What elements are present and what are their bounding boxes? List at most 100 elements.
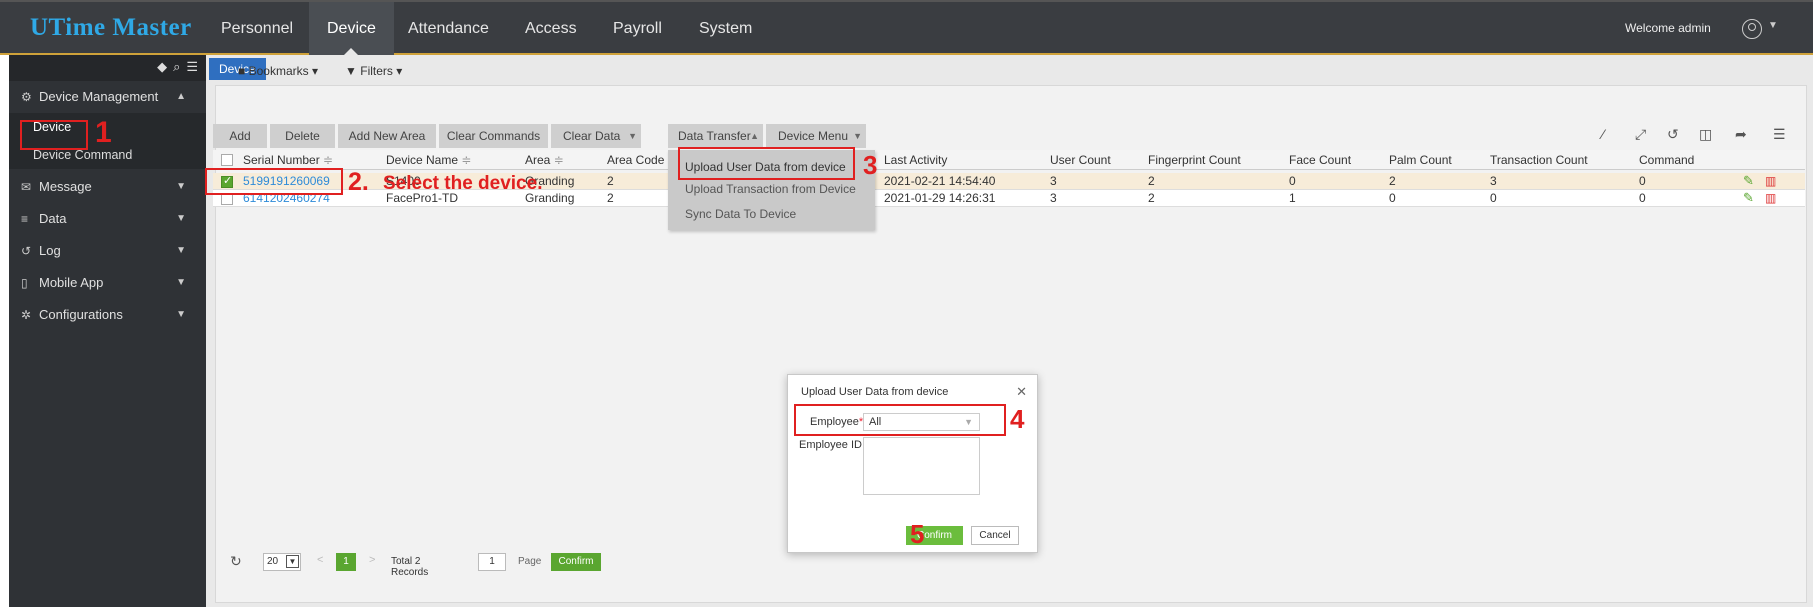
col-transaction-count[interactable]: Transaction Count [1490,153,1588,167]
delete-button[interactable]: Delete [270,124,335,148]
trash-icon[interactable]: ▥ [1765,174,1776,188]
col-user-count[interactable]: User Count [1050,153,1111,167]
database-icon: ≡ [21,212,29,226]
refresh-icon[interactable]: ↺ [1667,126,1679,143]
area-code-cell: 2 [607,191,614,205]
search-icon[interactable]: ⌕ [173,59,180,74]
area-code-cell: 2 [607,174,614,188]
nav-access[interactable]: Access [507,2,595,55]
sidebar-group-label: Configurations [39,307,123,322]
add-button[interactable]: Add [213,124,267,148]
sort-icon: ≑ [553,153,564,167]
nav-personnel[interactable]: Personnel [203,2,311,55]
annotation-step4: 4 [1010,404,1025,434]
device-icon: ⚙ [21,90,32,104]
sidebar-group-label: Device Management [39,89,159,104]
total-records: Total 2 Records [391,556,429,578]
nav-system[interactable]: System [681,2,770,55]
device-menu-button[interactable]: Device Menu ▼ [766,124,866,148]
col-area[interactable]: Area ≑ [525,153,564,167]
caret-up-icon: ▲ [750,131,759,141]
menu-item-upload-transaction[interactable]: Upload Transaction from Device [685,182,856,196]
refresh-icon[interactable]: ↻ [230,553,242,570]
book-icon: ■ [238,64,246,78]
collapse-icon[interactable]: ☰ [186,59,198,74]
transaction-count-cell: 0 [1490,191,1497,205]
sidebar-group-mobile-app[interactable]: ▯ Mobile App ▼ [9,267,206,299]
col-fingerprint-count[interactable]: Fingerprint Count [1148,153,1241,167]
col-command[interactable]: Command [1639,153,1694,167]
nav-attendance[interactable]: Attendance [390,2,507,55]
message-icon: ✉ [21,180,32,194]
prev-page-icon[interactable]: < [317,554,323,566]
welcome-text: Welcome admin [1625,21,1711,35]
sidebar-group-message[interactable]: ✉ Message ▼ [9,171,206,203]
chevron-down-icon: ▼ [286,555,299,568]
page-size-select[interactable]: 20 ▼ [263,553,301,571]
caret-down-icon: ▼ [628,131,637,141]
menu-item-sync-data[interactable]: Sync Data To Device [685,207,796,221]
command-cell: 0 [1639,174,1646,188]
tag-icon[interactable]: ◆ [157,59,167,74]
clear-data-button[interactable]: Clear Data ▼ [551,124,641,148]
col-palm-count[interactable]: Palm Count [1389,153,1452,167]
caret-down-icon[interactable]: ▼ [1768,20,1778,31]
sidebar-group-log[interactable]: ↺ Log ▼ [9,235,206,267]
user-count-cell: 3 [1050,174,1057,188]
fingerprint-count-cell: 2 [1148,174,1155,188]
annotation-step5: 5 [910,519,925,549]
filters-button[interactable]: ▼ Filters ▾ [345,64,402,78]
pager-confirm-button[interactable]: Confirm [551,553,601,571]
page-label: Page [518,556,542,567]
current-page-button[interactable]: 1 [336,553,356,571]
columns-icon[interactable]: ◫ [1699,126,1712,143]
user-count-cell: 3 [1050,191,1057,205]
filters-label: Filters [360,64,393,78]
col-label: Serial Number [243,153,320,167]
settings-sliders-icon[interactable]: ☰ [1773,126,1786,143]
expand-icon[interactable]: ⤢ [1635,126,1646,143]
nav-payroll[interactable]: Payroll [595,2,680,55]
col-serial-number[interactable]: Serial Number ≑ [243,153,333,167]
magic-wand-icon[interactable]: ⁄ [1602,126,1604,142]
table-header: Serial Number ≑ Device Name ≑ Area ≑ Are… [213,150,1805,170]
face-count-cell: 1 [1289,191,1296,205]
mobile-icon: ▯ [21,276,28,290]
last-activity-cell: 2021-01-29 14:26:31 [884,191,996,205]
page-size-value: 20 [267,556,279,567]
sidebar-group-data[interactable]: ≡ Data ▼ [9,203,206,235]
col-label: Device Name [386,153,459,167]
add-new-area-button[interactable]: Add New Area [338,124,436,148]
nav-device[interactable]: Device [309,2,394,55]
last-activity-cell: 2021-02-21 14:54:40 [884,174,996,188]
cancel-button[interactable]: Cancel [971,526,1019,545]
employee-id-label: Employee ID [799,439,862,451]
edit-icon[interactable]: ✎ [1743,173,1754,189]
bookmarks-button[interactable]: ■ Bookmarks ▾ [238,64,318,78]
data-transfer-label: Data Transfer [678,129,751,143]
employee-id-list[interactable] [863,437,980,495]
edit-icon[interactable]: ✎ [1743,190,1754,206]
col-face-count[interactable]: Face Count [1289,153,1351,167]
annotation-step1: 1 [95,116,112,149]
trash-icon[interactable]: ▥ [1765,191,1776,205]
clear-commands-button[interactable]: Clear Commands [439,124,548,148]
col-area-code[interactable]: Area Code [607,153,664,167]
col-label: Area [525,153,551,167]
next-page-icon[interactable]: > [369,554,375,566]
user-icon[interactable] [1742,19,1762,39]
data-transfer-button[interactable]: Data Transfer ▲ [668,124,763,148]
close-icon[interactable]: ✕ [1016,384,1027,400]
share-icon[interactable]: ➦ [1735,126,1747,143]
sidebar-group-device-management[interactable]: ⚙ Device Management ▲ [9,81,206,113]
caret-up-icon: ▲ [176,91,186,102]
col-device-name[interactable]: Device Name ≑ [386,153,471,167]
transaction-count-cell: 3 [1490,174,1497,188]
clear-data-label: Clear Data [563,129,621,143]
page-input[interactable]: 1 [478,553,506,571]
annotation-box-step4 [794,404,1006,436]
sidebar-group-configurations[interactable]: ✲ Configurations ▼ [9,299,206,331]
caret-down-icon: ▼ [176,277,186,288]
col-last-activity[interactable]: Last Activity [884,153,947,167]
select-all-checkbox[interactable] [221,154,233,166]
